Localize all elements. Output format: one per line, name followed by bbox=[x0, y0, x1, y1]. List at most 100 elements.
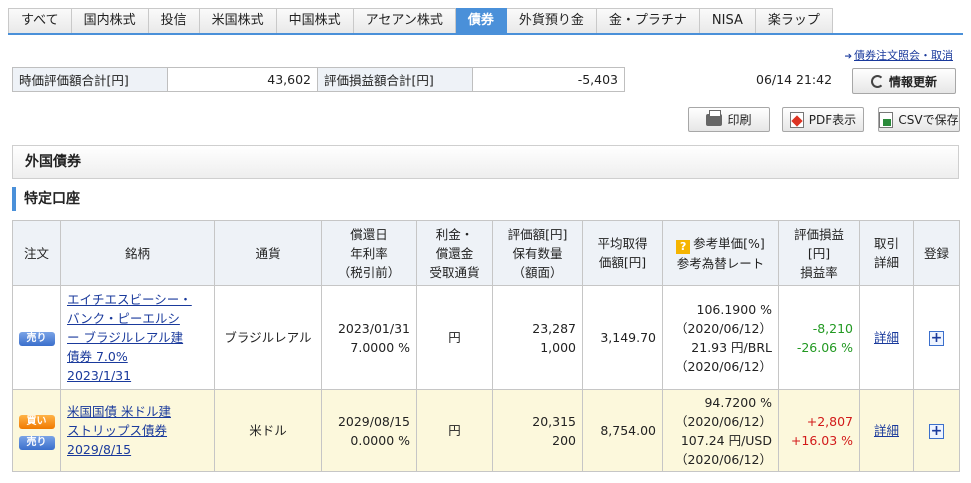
refresh-button[interactable]: 情報更新 bbox=[852, 68, 956, 94]
header-valuation-2: 保有数量 bbox=[512, 245, 563, 261]
receive-currency-cell: 円 bbox=[416, 285, 493, 390]
table-row: 売り エイチエスビーシー・ バンク・ピーエルシ ー ブラジルレアル建 債券 7.… bbox=[12, 285, 960, 390]
redemption-cell: 2029/08/15 0.0000 % bbox=[321, 389, 417, 472]
header-detail-2: 詳細 bbox=[873, 255, 899, 270]
header-ref-2: 参考為替レート bbox=[676, 255, 765, 271]
pdf-label: PDF表示 bbox=[808, 113, 857, 127]
tab-bonds[interactable]: 債券 bbox=[455, 8, 507, 34]
register-cell: + bbox=[913, 285, 960, 390]
tab-funds[interactable]: 投信 bbox=[148, 8, 200, 34]
register-cell: + bbox=[913, 389, 960, 472]
tab-rakuwrap[interactable]: 楽ラップ bbox=[755, 8, 833, 34]
summary-table: 時価評価額合計[円] 43,602 評価損益額合計[円] -5,403 bbox=[12, 67, 625, 92]
redemption-cell: 2023/01/31 7.0000 % bbox=[321, 285, 417, 390]
order-cell: 買い 売り bbox=[12, 389, 61, 472]
detail-cell: 詳細 bbox=[859, 285, 914, 390]
receive-currency-cell: 円 bbox=[416, 389, 493, 472]
csv-icon bbox=[879, 111, 894, 128]
holdings-table: 注文 銘柄 通貨 償還日 年利率 （税引前） 利金・ 償還金 受取通貨 評価額[… bbox=[12, 220, 960, 472]
header-interest-1: 利金・ bbox=[435, 226, 474, 242]
header-register: 登録 bbox=[913, 220, 960, 286]
tab-underline bbox=[8, 33, 963, 35]
help-icon[interactable]: ? bbox=[676, 239, 691, 254]
header-avg-2: 価額[円] bbox=[598, 255, 647, 270]
fx-rate: 107.24 円/USD bbox=[680, 432, 772, 448]
header-valuation: 評価額[円] 保有数量 （額面） bbox=[492, 220, 583, 286]
redemption-date: 2029/08/15 bbox=[337, 413, 410, 429]
tab-gold-platinum[interactable]: 金・プラチナ bbox=[596, 8, 700, 34]
sell-button[interactable]: 売り bbox=[18, 435, 55, 450]
gain-loss-percent: +16.03 % bbox=[790, 432, 853, 448]
fx-rate: 21.93 円/BRL bbox=[691, 339, 772, 355]
header-name: 銘柄 bbox=[60, 220, 215, 286]
ref-price-date: （2020/06/12） bbox=[674, 413, 772, 429]
header-redemption-2: 年利率 bbox=[350, 245, 388, 261]
header-redemption-3: （税引前） bbox=[337, 264, 401, 280]
bond-name-link[interactable]: エイチエスビーシー・ バンク・ピーエルシ ー ブラジルレアル建 債券 7.0% bbox=[67, 290, 214, 366]
csv-button[interactable]: CSVで保存 bbox=[878, 107, 960, 132]
tab-us-stocks[interactable]: 米国株式 bbox=[199, 8, 277, 34]
tab-asean-stocks[interactable]: アセアン株式 bbox=[353, 8, 456, 34]
bond-maturity-date: 2029/8/15 bbox=[67, 442, 132, 457]
tab-nisa[interactable]: NISA bbox=[699, 8, 756, 34]
bond-order-inquiry-link[interactable]: 債券注文照会・取消 bbox=[854, 49, 953, 62]
gain-loss-percent: -26.06 % bbox=[796, 339, 853, 355]
header-gain-2: [円] bbox=[807, 245, 831, 261]
bond-maturity-date: 2023/1/31 bbox=[67, 368, 132, 383]
bond-name-link[interactable]: 米国国債 米ドル建 ストリップス債券 bbox=[67, 402, 214, 440]
table-header: 注文 銘柄 通貨 償還日 年利率 （税引前） 利金・ 償還金 受取通貨 評価額[… bbox=[12, 220, 960, 286]
header-redemption-1: 償還日 bbox=[350, 226, 388, 242]
buy-button[interactable]: 買い bbox=[18, 414, 55, 429]
tab-foreign-deposits[interactable]: 外貨預り金 bbox=[506, 8, 597, 34]
header-redemption: 償還日 年利率 （税引前） bbox=[321, 220, 417, 286]
gain-loss-amount: -8,210 bbox=[812, 320, 853, 336]
header-avg-price: 平均取得 価額[円] bbox=[582, 220, 663, 286]
header-order: 注文 bbox=[12, 220, 61, 286]
header-interest-3: 受取通貨 bbox=[429, 264, 480, 280]
tab-all[interactable]: すべて bbox=[8, 8, 72, 34]
valuation: 20,315 bbox=[532, 413, 576, 429]
bond-name-line-1: エイチエスビーシー・ bbox=[67, 292, 192, 307]
bond-name-line-2: バンク・ピーエルシ bbox=[67, 311, 180, 326]
avg-price-cell: 8,754.00 bbox=[582, 389, 663, 472]
currency-cell: ブラジルレアル bbox=[214, 285, 322, 390]
gain-loss-value: -5,403 bbox=[472, 67, 625, 92]
header-ref-price: ? 参考単価[%] 参考為替レート bbox=[662, 220, 779, 286]
ref-price: 106.1900 % bbox=[696, 301, 773, 317]
printer-icon bbox=[706, 109, 723, 126]
header-gain-loss: 評価損益 [円] 損益率 bbox=[778, 220, 860, 286]
bond-name-line-1: 米国国債 米ドル建 bbox=[67, 404, 171, 419]
detail-link[interactable]: 詳細 bbox=[874, 423, 899, 438]
ref-price: 94.7200 % bbox=[704, 394, 772, 410]
interest-rate: 0.0000 % bbox=[350, 432, 410, 448]
tab-domestic-stocks[interactable]: 国内株式 bbox=[71, 8, 149, 34]
interest-rate: 7.0000 % bbox=[350, 339, 410, 355]
refresh-icon bbox=[870, 74, 884, 88]
ref-price-cell: 94.7200 % （2020/06/12） 107.24 円/USD （202… bbox=[662, 389, 779, 472]
sell-button[interactable]: 売り bbox=[18, 332, 55, 346]
fx-date: （2020/06/12） bbox=[674, 451, 772, 467]
arrow-right-icon: ➔ bbox=[844, 52, 852, 62]
header-currency: 通貨 bbox=[214, 220, 322, 286]
header-gain-3: 損益率 bbox=[800, 264, 838, 280]
valuation-cell: 20,315 200 bbox=[492, 389, 583, 472]
currency-cell: 米ドル bbox=[214, 389, 322, 472]
add-icon[interactable]: + bbox=[929, 424, 944, 439]
csv-label: CSVで保存 bbox=[898, 113, 959, 127]
bond-name-line-3: ー ブラジルレアル建 bbox=[67, 330, 184, 345]
bond-name-line-2: ストリップス債券 bbox=[67, 423, 168, 438]
print-button[interactable]: 印刷 bbox=[688, 107, 770, 132]
detail-link[interactable]: 詳細 bbox=[874, 330, 899, 345]
pdf-icon bbox=[789, 111, 804, 128]
quantity: 1,000 bbox=[540, 339, 576, 355]
gain-loss-cell: +2,807 +16.03 % bbox=[778, 389, 860, 472]
account-title: 特定口座 bbox=[12, 187, 80, 211]
bond-name-cell: 米国国債 米ドル建 ストリップス債券 2029/8/15 bbox=[60, 389, 215, 472]
pdf-button[interactable]: PDF表示 bbox=[782, 107, 864, 132]
fx-date: （2020/06/12） bbox=[674, 358, 772, 374]
add-icon[interactable]: + bbox=[929, 331, 944, 346]
print-label: 印刷 bbox=[727, 113, 752, 127]
tab-china-stocks[interactable]: 中国株式 bbox=[276, 8, 354, 34]
header-interest-2: 償還金 bbox=[435, 245, 474, 261]
bond-name-line-4: 債券 7.0% bbox=[67, 349, 128, 364]
